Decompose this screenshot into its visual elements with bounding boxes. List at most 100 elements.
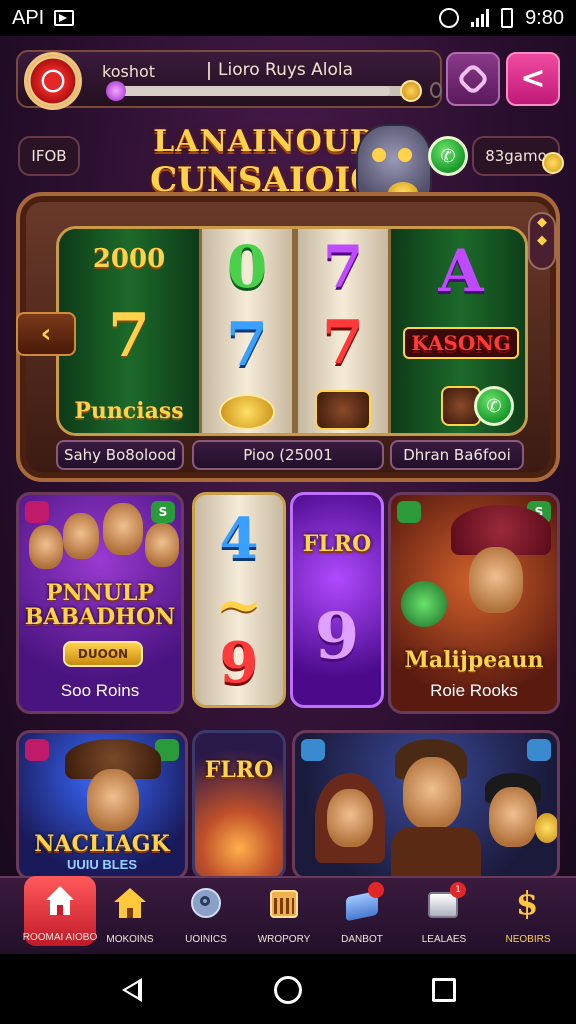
slot-machine: 2000 7 Punciass 0 7 7 7 A KASONG: [16, 192, 560, 482]
reel-symbol: A: [438, 237, 484, 306]
game-tile-6[interactable]: FLRO: [192, 730, 286, 880]
nav-label: ROOMAI AIOBO: [22, 932, 98, 943]
battery-icon: [501, 8, 514, 28]
status-bar: API 9:80: [0, 0, 576, 36]
tile-badge: S: [151, 501, 175, 523]
key-icon: [188, 888, 224, 920]
game-tile-4[interactable]: S Malijpeaun Roie Rooks: [388, 492, 560, 714]
reel-symbol: 0: [226, 233, 268, 302]
recents-icon[interactable]: [432, 978, 456, 1002]
reel-symbol: 7: [108, 301, 150, 371]
spin-button[interactable]: ✆: [474, 386, 514, 426]
nav-item-home[interactable]: ROOMAI AIOBO: [22, 876, 98, 946]
box-icon: 1: [426, 882, 466, 920]
house-icon: [112, 888, 148, 920]
character-face: [29, 525, 63, 569]
slot-label-left-text: Sahy Bo8olood: [63, 446, 177, 464]
game-tile-5[interactable]: NACLIAGK UUIU BLES: [16, 730, 188, 880]
side-menu-button[interactable]: ◆ ◆: [528, 212, 556, 270]
tile-subtitle: UUIU BLES: [66, 857, 138, 872]
slot-reels[interactable]: 2000 7 Punciass 0 7 7 7 A KASONG: [56, 226, 528, 436]
tile-title: NACLIAGK: [34, 831, 170, 857]
coin-icon: [535, 813, 557, 843]
bottom-navigation: ROOMAI AIOBO MOKOINS UOINICS WROPORY DAN…: [0, 876, 576, 954]
character-face: [103, 503, 143, 555]
avatar[interactable]: [24, 52, 82, 110]
game-tile-7[interactable]: [292, 730, 560, 880]
calendar-icon: [266, 888, 302, 920]
home-circle-icon[interactable]: [274, 976, 302, 1004]
slot-label-left: Sahy Bo8olood: [56, 440, 184, 470]
slot-label-right-text: Dhran Ba6fooi: [403, 446, 511, 464]
nav-item-wropory[interactable]: WROPORY: [248, 878, 320, 956]
slot-label-center-text: Pioo (25001: [243, 446, 333, 464]
character-face: [403, 757, 461, 829]
phone-button[interactable]: ✆: [428, 136, 468, 176]
nav-label: UOINICS: [185, 934, 227, 945]
notification-badge: [368, 882, 384, 898]
character-face: [327, 789, 373, 847]
character-face: [63, 513, 99, 559]
player-name: koshot: [102, 62, 156, 81]
tile-title: Malijpeaun: [404, 647, 544, 673]
xp-marker: [106, 81, 126, 101]
reel-symbol: 9: [314, 599, 360, 674]
slot-label-right: Dhran Ba6fooi: [390, 440, 524, 470]
previous-button[interactable]: ‹: [16, 312, 76, 356]
tile-subtitle: Soo Roins: [60, 681, 140, 700]
alarm-icon: [439, 8, 460, 28]
share-button[interactable]: <: [506, 52, 560, 106]
status-time: 9:80: [525, 6, 564, 29]
side-left-button[interactable]: IFOB: [18, 136, 80, 176]
tag-icon: [301, 739, 325, 761]
reel-symbol: 7: [322, 307, 364, 378]
tag-icon: [25, 501, 49, 523]
back-icon[interactable]: [122, 978, 142, 1002]
coins-symbol-icon: [219, 393, 275, 430]
gear-icon: [456, 62, 490, 96]
coin-icon: [542, 152, 564, 174]
reel-symbol: 4: [219, 506, 259, 572]
nav-item-neobirs[interactable]: $ NEOBIRS: [492, 878, 564, 956]
nav-label: NEOBIRS: [505, 934, 551, 945]
settings-button[interactable]: [446, 52, 500, 106]
nav-item-uoinics[interactable]: UOINICS: [170, 878, 242, 956]
nav-label: DANBOT: [341, 934, 383, 945]
reel-1: 2000 7 Punciass: [59, 229, 199, 433]
tag-icon: [25, 739, 49, 761]
status-carrier: API: [12, 6, 45, 29]
xp-fill: [114, 86, 390, 96]
tile-title: FLRO: [302, 531, 372, 557]
logo-line-1: LANAINOUD: [153, 124, 377, 159]
home-icon: [42, 886, 78, 918]
reel-symbol: KASONG: [403, 326, 519, 359]
nav-item-mokoins[interactable]: MOKOINS: [94, 878, 166, 956]
chest-symbol-icon: [315, 390, 371, 431]
nav-item-danbot[interactable]: DANBOT: [326, 878, 398, 956]
dollar-icon: $: [516, 884, 539, 922]
phone-icon: ✆: [440, 145, 456, 167]
tile-play-label: DUOON: [77, 647, 129, 661]
reel-symbol: ~: [215, 572, 263, 638]
tile-play-button[interactable]: DUOON: [63, 641, 143, 667]
level-title: Lioro Ruys Alola: [218, 60, 354, 80]
side-left-label: IFOB: [31, 147, 67, 165]
reel-symbol: 9: [219, 630, 259, 696]
game-tile-2[interactable]: 4 ~ 9: [192, 492, 286, 708]
tile-subtitle: Roie Rooks: [430, 681, 518, 700]
side-right-button[interactable]: 83gamo: [472, 136, 564, 176]
profile-bar[interactable]: koshot Lioro Ruys Alola: [16, 50, 442, 110]
character-face: [145, 523, 179, 567]
character-jacket: [391, 827, 481, 877]
share-icon: <: [520, 61, 546, 96]
reel-symbol: 7: [226, 309, 268, 380]
game-tile-3[interactable]: FLRO 9: [290, 492, 384, 708]
reel-symbol: Punciass: [74, 398, 184, 424]
media-icon: [54, 10, 75, 26]
character-face: [469, 547, 523, 613]
slot-label-center[interactable]: Pioo (25001: [192, 440, 384, 470]
character-face: [489, 787, 537, 847]
game-tile-1[interactable]: S PNNULP BABADHON DUOON Soo Roins: [16, 492, 184, 714]
nav-item-lealaes[interactable]: 1 LEALAES: [408, 878, 480, 956]
signal-icon: [471, 9, 490, 27]
